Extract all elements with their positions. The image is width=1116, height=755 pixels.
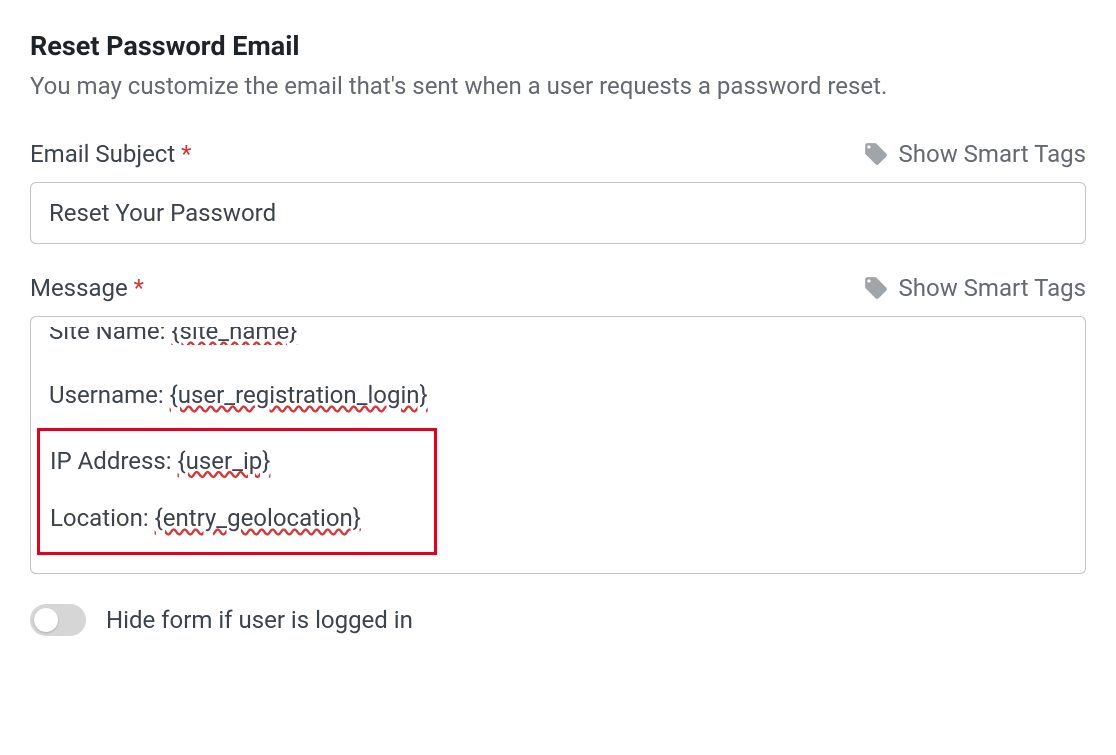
tag-icon: [863, 141, 889, 167]
message-textarea[interactable]: Site Name: {site_name} Username: {user_r…: [30, 316, 1086, 574]
toggle-knob: [34, 608, 58, 632]
email-subject-header: Email Subject * Show Smart Tags: [30, 140, 1086, 168]
section-title: Reset Password Email: [30, 30, 1086, 62]
message-text: Username:: [49, 381, 170, 409]
smart-tags-label: Show Smart Tags: [899, 140, 1086, 168]
message-text: Location:: [50, 504, 155, 532]
smart-tag-sitename: {site_name}: [171, 327, 297, 345]
message-header: Message * Show Smart Tags: [30, 274, 1086, 302]
hide-form-toggle-row: Hide form if user is logged in: [30, 604, 1086, 636]
message-line-ip: IP Address: {user_ip}: [50, 433, 424, 491]
show-smart-tags-subject[interactable]: Show Smart Tags: [863, 140, 1086, 168]
email-subject-label: Email Subject *: [30, 140, 192, 168]
hide-form-toggle-label: Hide form if user is logged in: [106, 606, 413, 634]
required-indicator: *: [181, 140, 191, 168]
smart-tag-user-ip: {user_ip}: [178, 447, 271, 475]
highlight-box: IP Address: {user_ip} Location: {entry_g…: [37, 428, 437, 555]
section-description: You may customize the email that's sent …: [30, 72, 1086, 100]
message-group: Message * Show Smart Tags Site Name: {si…: [30, 274, 1086, 574]
message-label-text: Message: [30, 274, 128, 302]
smart-tag-user-registration-login: {user_registration_login}: [170, 381, 428, 409]
message-line-sitename: Site Name: {site_name}: [49, 327, 1067, 345]
required-indicator: *: [134, 274, 144, 302]
message-label: Message *: [30, 274, 144, 302]
tag-icon: [863, 275, 889, 301]
message-line-username: Username: {user_registration_login}: [49, 367, 1067, 425]
message-text: IP Address:: [50, 447, 178, 475]
message-line-location: Location: {entry_geolocation}: [50, 490, 424, 548]
email-subject-input[interactable]: [30, 182, 1086, 244]
email-subject-group: Email Subject * Show Smart Tags: [30, 140, 1086, 244]
email-subject-label-text: Email Subject: [30, 140, 175, 168]
show-smart-tags-message[interactable]: Show Smart Tags: [863, 274, 1086, 302]
message-text: Site Name:: [49, 327, 171, 345]
smart-tags-label: Show Smart Tags: [899, 274, 1086, 302]
hide-form-toggle[interactable]: [30, 604, 86, 636]
smart-tag-entry-geolocation: {entry_geolocation}: [155, 504, 361, 532]
